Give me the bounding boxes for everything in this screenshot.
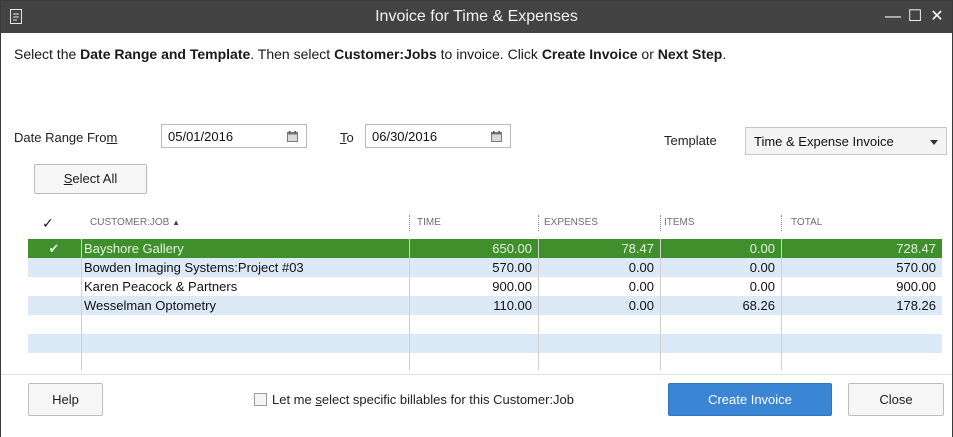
grid-column-divider bbox=[409, 239, 410, 370]
table-row[interactable]: Karen Peacock & Partners 900.00 0.00 0.0… bbox=[28, 277, 942, 296]
expenses-cell: 78.47 bbox=[621, 241, 654, 256]
row-check-cell[interactable] bbox=[28, 334, 80, 353]
check-all-icon[interactable]: ✓ bbox=[42, 207, 54, 239]
column-header-customer-job[interactable]: CUSTOMER:JOB ▲ bbox=[90, 207, 180, 239]
table-row[interactable]: Wesselman Optometry 110.00 0.00 68.26 17… bbox=[28, 296, 942, 315]
row-checkmark-icon[interactable]: ✔ bbox=[28, 239, 80, 258]
table-row[interactable]: ✔ Bayshore Gallery 650.00 78.47 0.00 728… bbox=[28, 239, 942, 258]
header-divider bbox=[409, 215, 410, 231]
items-cell: 68.26 bbox=[742, 298, 775, 313]
time-cell: 110.00 bbox=[493, 298, 532, 313]
expenses-cell: 0.00 bbox=[628, 298, 654, 313]
row-check-cell[interactable] bbox=[28, 277, 80, 296]
calendar-icon[interactable] bbox=[491, 131, 502, 142]
minimize-icon[interactable]: — bbox=[883, 6, 903, 28]
items-cell: 0.00 bbox=[749, 241, 775, 256]
maximize-icon[interactable]: ☐ bbox=[905, 6, 925, 28]
column-header-total[interactable]: TOTAL bbox=[791, 207, 822, 239]
customer-job-cell: Bayshore Gallery bbox=[84, 241, 184, 256]
select-specific-billables-label[interactable]: Let me select specific billables for thi… bbox=[272, 392, 574, 407]
table-row[interactable] bbox=[28, 315, 942, 334]
customer-jobs-grid: ✓ CUSTOMER:JOB ▲ TIME EXPENSES ITEMS TOT… bbox=[28, 207, 942, 370]
grid-column-divider bbox=[81, 239, 82, 370]
customer-job-cell: Bowden Imaging Systems:Project #03 bbox=[84, 260, 304, 275]
row-check-cell[interactable] bbox=[28, 258, 80, 277]
close-button[interactable]: Close bbox=[848, 383, 944, 416]
table-row[interactable]: Bowden Imaging Systems:Project #03 570.0… bbox=[28, 258, 942, 277]
total-cell: 570.00 bbox=[896, 260, 936, 275]
date-range-from-label: Date Range From bbox=[14, 130, 118, 145]
expenses-cell: 0.00 bbox=[628, 260, 654, 275]
column-header-items[interactable]: ITEMS bbox=[664, 207, 695, 239]
total-cell: 178.26 bbox=[896, 298, 936, 313]
template-dropdown[interactable]: Time & Expense Invoice bbox=[745, 127, 947, 155]
invoice-time-expenses-window: Invoice for Time & Expenses — ☐ ✕ Select… bbox=[0, 0, 953, 437]
help-button[interactable]: Help bbox=[28, 383, 103, 416]
header-divider bbox=[660, 215, 661, 231]
items-cell: 0.00 bbox=[749, 279, 775, 294]
template-selected-value: Time & Expense Invoice bbox=[754, 134, 894, 149]
customer-job-cell bbox=[84, 334, 406, 353]
expenses-cell: 0.00 bbox=[628, 279, 654, 294]
template-label: Template bbox=[664, 133, 717, 148]
column-header-time[interactable]: TIME bbox=[417, 207, 441, 239]
grid-column-divider bbox=[538, 239, 539, 370]
grid-column-divider bbox=[781, 239, 782, 370]
customer-job-cell: Wesselman Optometry bbox=[84, 298, 216, 313]
time-cell: 570.00 bbox=[492, 260, 532, 275]
instructions-text: Select the Date Range and Template. Then… bbox=[14, 46, 727, 62]
title-bar: Invoice for Time & Expenses — ☐ ✕ bbox=[1, 1, 952, 33]
chevron-down-icon bbox=[930, 140, 938, 145]
header-divider bbox=[781, 215, 782, 231]
customer-job-cell: Karen Peacock & Partners bbox=[84, 279, 238, 294]
select-all-button[interactable]: Select All bbox=[34, 164, 147, 194]
time-cell: 650.00 bbox=[492, 241, 532, 256]
column-header-expenses[interactable]: EXPENSES bbox=[544, 207, 598, 239]
date-from-field[interactable]: 05/01/2016 bbox=[161, 124, 307, 148]
grid-column-divider bbox=[660, 239, 661, 370]
select-specific-billables-checkbox[interactable] bbox=[254, 393, 267, 406]
table-row[interactable] bbox=[28, 334, 942, 353]
calendar-icon[interactable] bbox=[287, 131, 298, 142]
date-to-value: 06/30/2016 bbox=[372, 129, 438, 144]
date-range-to-label: To bbox=[340, 130, 354, 145]
items-cell: 0.00 bbox=[749, 260, 775, 275]
grid-header: ✓ CUSTOMER:JOB ▲ TIME EXPENSES ITEMS TOT… bbox=[28, 207, 942, 239]
customer-job-cell bbox=[84, 315, 406, 334]
date-from-value: 05/01/2016 bbox=[168, 129, 234, 144]
create-invoice-button[interactable]: Create Invoice bbox=[668, 383, 832, 416]
total-cell: 728.47 bbox=[896, 241, 936, 256]
sort-ascending-icon: ▲ bbox=[172, 218, 180, 227]
total-cell: 900.00 bbox=[896, 279, 936, 294]
time-cell: 900.00 bbox=[492, 279, 532, 294]
header-divider bbox=[538, 215, 539, 231]
window-title: Invoice for Time & Expenses bbox=[375, 8, 578, 25]
close-icon[interactable]: ✕ bbox=[927, 6, 947, 28]
row-check-cell[interactable] bbox=[28, 315, 80, 334]
row-check-cell[interactable] bbox=[28, 296, 80, 315]
date-to-field[interactable]: 06/30/2016 bbox=[365, 124, 511, 148]
